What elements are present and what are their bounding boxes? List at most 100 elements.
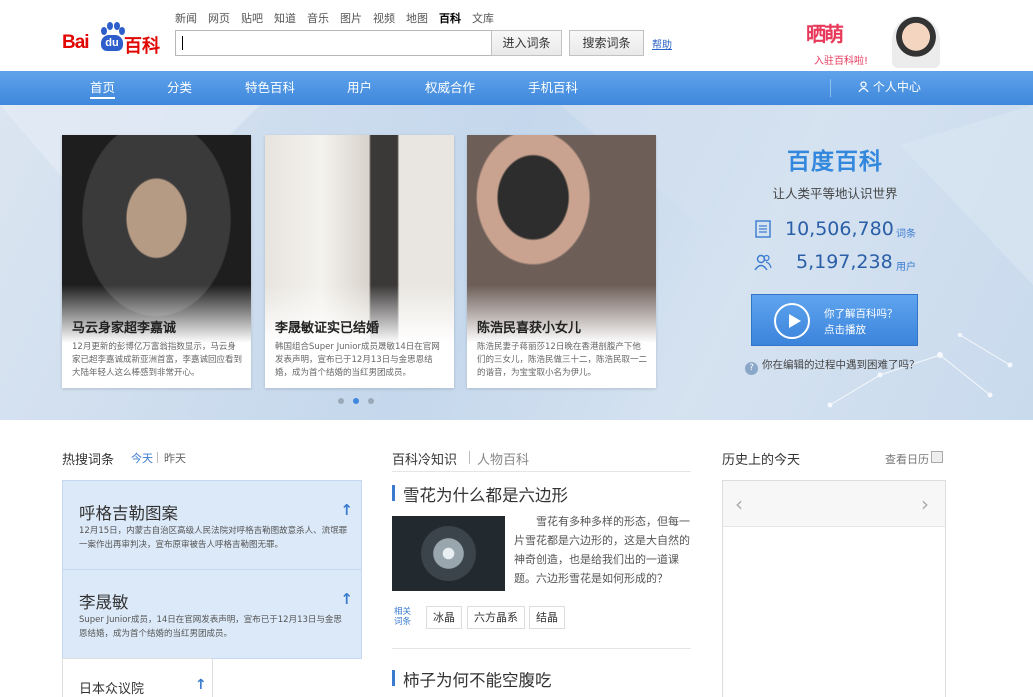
promo-avatar-image	[892, 16, 940, 68]
nav-item-categories[interactable]: 分类	[167, 71, 192, 105]
rising-arrow-icon: ↑	[340, 501, 353, 519]
baidu-baike-logo[interactable]: Bai du 百科	[62, 22, 174, 57]
entries-count: 10,506,780	[785, 218, 894, 240]
title-accent-bar	[392, 670, 395, 686]
snowflake-image[interactable]	[392, 516, 505, 591]
history-panel-header	[723, 481, 945, 527]
brand-block: 百度百科 让人类平等地认识世界	[752, 142, 918, 202]
promo-title: 晒萌	[806, 22, 844, 46]
user-icon	[858, 81, 869, 93]
help-link[interactable]: 帮助	[652, 36, 672, 51]
editing-help-link[interactable]: ? 你在编辑的过程中遇到困难了吗？	[745, 357, 920, 375]
chevron-right-icon[interactable]: ›	[921, 492, 929, 516]
carousel-dot-active[interactable]	[353, 398, 359, 404]
hot-entry-item[interactable]: 呼格吉勒图案 ↑ 12月15日，内蒙古自治区高级人民法院对呼格吉勒图故意杀人、流…	[62, 480, 362, 570]
carousel-dots	[338, 398, 383, 404]
rising-arrow-icon: ↑	[340, 590, 353, 608]
intro-video-label: 你了解百科吗？	[824, 308, 898, 320]
title-accent-bar	[392, 485, 395, 501]
tab-today[interactable]: 今天	[131, 450, 153, 466]
feature-card-title: 陈浩民喜获小女儿	[477, 321, 582, 336]
carousel-dot[interactable]	[338, 398, 344, 404]
play-icon	[774, 303, 810, 339]
tab-yesterday[interactable]: 昨天	[164, 450, 186, 466]
section-divider	[392, 471, 691, 472]
product-link-video[interactable]: 视频	[373, 10, 395, 28]
product-link-baike[interactable]: 百科	[439, 10, 461, 28]
search-entry-button[interactable]: 搜索词条	[569, 30, 644, 56]
product-link-zhidao[interactable]: 知道	[274, 10, 296, 28]
hot-entry-title: 日本众议院	[79, 682, 145, 697]
product-link-tieba[interactable]: 贴吧	[241, 10, 263, 28]
hot-entries-heading: 热搜词条	[62, 453, 115, 468]
tab-divider	[469, 451, 470, 464]
related-tag[interactable]: 冰晶	[426, 606, 462, 629]
logo-text-du: du	[101, 35, 123, 51]
nav-item-mobile[interactable]: 手机百科	[528, 71, 578, 105]
users-stat: 5,197,238 用户	[754, 251, 924, 275]
rising-arrow-icon: ↑	[195, 677, 207, 693]
hot-entry-desc: Super Junior成员，14日在官网发表声明，宣布已于12月13日与金思恩…	[79, 615, 342, 639]
entries-stat: 10,506,780 词条	[754, 218, 924, 242]
chevron-left-icon[interactable]: ‹	[735, 492, 743, 516]
feature-card-title: 李晟敏证实已结婚	[275, 321, 380, 336]
promo-banner[interactable]: 晒萌 入驻百科啦!	[806, 16, 946, 68]
nav-divider	[830, 79, 831, 97]
product-link-images[interactable]: 图片	[340, 10, 362, 28]
product-link-wenku[interactable]: 文库	[472, 10, 494, 28]
users-unit: 用户	[896, 262, 916, 273]
product-link-web[interactable]: 网页	[208, 10, 230, 28]
enter-entry-button[interactable]: 进入词条	[491, 30, 562, 56]
feature-card[interactable]: 马云身家超李嘉诚 12月更新的彭博亿万富翁指数显示，马云身家已超李嘉诚成新亚洲首…	[62, 135, 251, 388]
article-summary: 雪花有多种多样的形态，但每一片雪花都是六边形的，这是大自然的神奇创造，也是给我们…	[514, 515, 690, 585]
article-title: 柿子为何不能空腹吃	[403, 671, 552, 690]
hot-entry-desc: 12月15日，内蒙古自治区高级人民法院对呼格吉勒图故意杀人、流氓罪一案作出再审判…	[79, 526, 348, 550]
tab-people[interactable]: 人物百科	[477, 449, 529, 468]
article-title-link[interactable]: 雪花为什么都是六边形	[392, 482, 691, 505]
logo-text-baike: 百科	[124, 36, 160, 57]
page: Bai du 百科 新闻 网页 贴吧 知道 音乐 图片 视频 地图 百科 文库 …	[0, 0, 1033, 697]
section-divider	[392, 648, 691, 649]
hot-entry-item[interactable]: 李晟敏 ↑ Super Junior成员，14日在官网发表声明，宣布已于12月1…	[62, 570, 362, 659]
feature-card[interactable]: 李晟敏证实已结婚 韩国组合Super Junior成员晟敏14日在官网发表声明，…	[265, 135, 454, 388]
logo-text-bai: Bai	[62, 32, 90, 53]
tab-trivia[interactable]: 百科冷知识	[392, 449, 457, 468]
nav-item-home[interactable]: 首页	[90, 71, 116, 99]
search-input[interactable]	[175, 30, 491, 56]
article-title-link[interactable]: 柿子为何不能空腹吃	[392, 667, 691, 690]
nav-item-users[interactable]: 用户	[347, 71, 372, 105]
related-entries-label: 相关词条	[394, 607, 412, 627]
view-calendar-link[interactable]: 查看日历	[885, 451, 929, 467]
product-nav: 新闻 网页 贴吧 知道 音乐 图片 视频 地图 百科 文库	[175, 10, 505, 28]
hot-entry-item[interactable]: 日本众议院 ↑	[62, 658, 213, 697]
feature-card-desc: 陈浩民妻子蒋丽莎12日晚在香港剖腹产下他们的三女儿，陈浩民做三十二，陈浩民取一二…	[477, 342, 648, 378]
intro-video-button[interactable]: 你了解百科吗？ 点击播放	[751, 294, 918, 346]
main-nav: 首页 分类 特色百科 用户 权威合作 手机百科 个人中心	[0, 71, 1033, 105]
brand-title: 百度百科	[787, 149, 883, 175]
nav-item-partners[interactable]: 权威合作	[425, 71, 475, 105]
related-tag[interactable]: 结晶	[529, 606, 565, 629]
related-tag[interactable]: 六方晶系	[467, 606, 525, 629]
user-center-label: 个人中心	[872, 80, 921, 94]
user-center-link[interactable]: 个人中心	[858, 71, 921, 105]
hot-entry-title: 李晟敏	[79, 593, 129, 612]
product-link-music[interactable]: 音乐	[307, 10, 329, 28]
hero-section: 马云身家超李嘉诚 12月更新的彭博亿万富翁指数显示，马云身家已超李嘉诚成新亚洲首…	[0, 105, 1033, 420]
product-link-news[interactable]: 新闻	[175, 10, 197, 28]
feature-card[interactable]: 陈浩民喜获小女儿 陈浩民妻子蒋丽莎12日晚在香港剖腹产下他们的三女儿，陈浩民做三…	[467, 135, 656, 388]
tab-divider	[157, 452, 158, 463]
intro-video-action: 点击播放	[824, 324, 866, 336]
users-count: 5,197,238	[796, 251, 893, 273]
promo-subtitle: 入驻百科啦!	[814, 56, 869, 67]
article-title: 雪花为什么都是六边形	[403, 486, 568, 505]
document-icon	[755, 220, 771, 238]
carousel-dot[interactable]	[368, 398, 374, 404]
question-icon: ?	[745, 362, 758, 375]
brand-slogan: 让人类平等地认识世界	[772, 186, 898, 201]
hot-entry-title: 呼格吉勒图案	[79, 504, 178, 523]
product-link-map[interactable]: 地图	[406, 10, 428, 28]
nav-item-featured[interactable]: 特色百科	[245, 71, 295, 105]
editing-help-text: 你在编辑的过程中遇到困难了吗？	[762, 359, 920, 371]
history-heading: 历史上的今天	[722, 453, 801, 468]
calendar-icon[interactable]	[931, 451, 943, 463]
